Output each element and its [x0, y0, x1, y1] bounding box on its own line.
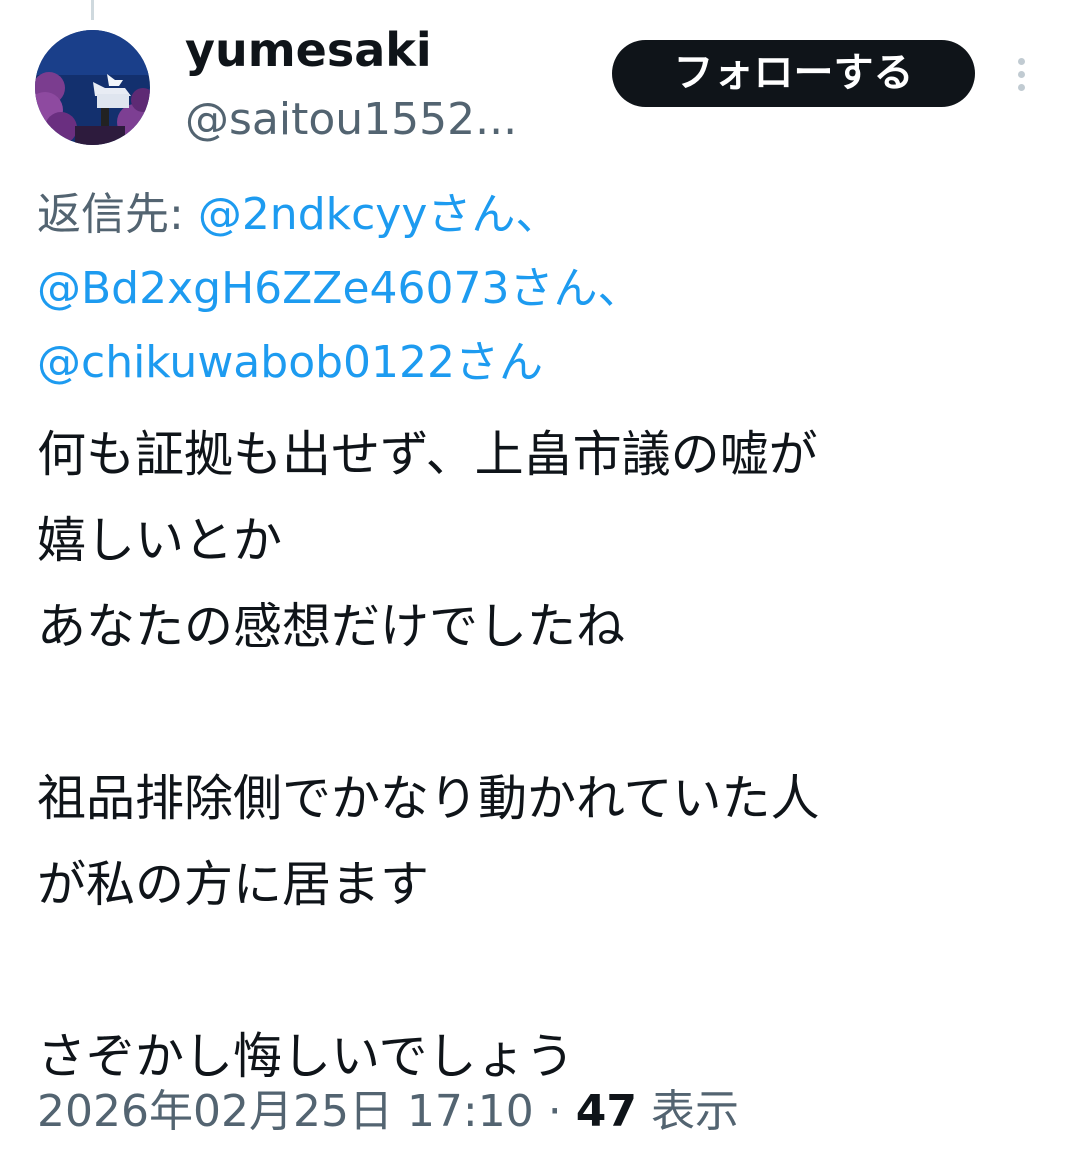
avatar[interactable]	[35, 30, 150, 145]
views-count: 47	[575, 1086, 637, 1137]
views-label: 表示	[636, 1086, 739, 1137]
tweet-line: 嬉しいとか	[37, 512, 283, 569]
tweet-line: 何も証拠も出せず、上畠市議の嘘が	[37, 426, 818, 483]
more-vertical-icon[interactable]	[1006, 52, 1038, 96]
tweet-text: 何も証拠も出せず、上畠市議の嘘が 嬉しいとか あなたの感想だけでしたね 祖品排除…	[37, 412, 1047, 1100]
tweet-line: が私の方に居ます	[37, 856, 430, 913]
tweet-line: 祖品排除側でかなり動かれていた人	[37, 770, 820, 827]
author-display-name[interactable]: yumesaki	[185, 22, 432, 78]
mention-link[interactable]: @Bd2xgH6ZZe46073さん、	[37, 263, 641, 314]
follow-button[interactable]: フォローする	[612, 40, 975, 107]
tweet-line: あなたの感想だけでしたね	[37, 598, 626, 655]
tweet-line	[37, 670, 1047, 756]
tweet-line	[37, 928, 1047, 1014]
mention-link[interactable]: @2ndkcyyさん、	[198, 189, 560, 240]
avatar-image	[35, 30, 150, 145]
reply-line-1: 返信先: @2ndkcyyさん、	[37, 178, 1047, 252]
tweet-meta: 2026年02月25日 17:10 · 47 表示	[37, 1082, 739, 1142]
reply-to: 返信先: @2ndkcyyさん、 @Bd2xgH6ZZe46073さん、 @ch…	[37, 178, 1047, 400]
meta-separator: ·	[533, 1086, 576, 1137]
reply-line-2: @Bd2xgH6ZZe46073さん、	[37, 252, 1047, 326]
thread-connector-line	[91, 0, 94, 20]
timestamp[interactable]: 2026年02月25日 17:10	[37, 1086, 534, 1137]
mention-link[interactable]: @chikuwabob0122さん	[37, 337, 543, 388]
author-handle[interactable]: @saitou1552...	[185, 92, 517, 148]
reply-to-prefix: 返信先:	[37, 189, 198, 240]
reply-line-3: @chikuwabob0122さん	[37, 326, 1047, 400]
